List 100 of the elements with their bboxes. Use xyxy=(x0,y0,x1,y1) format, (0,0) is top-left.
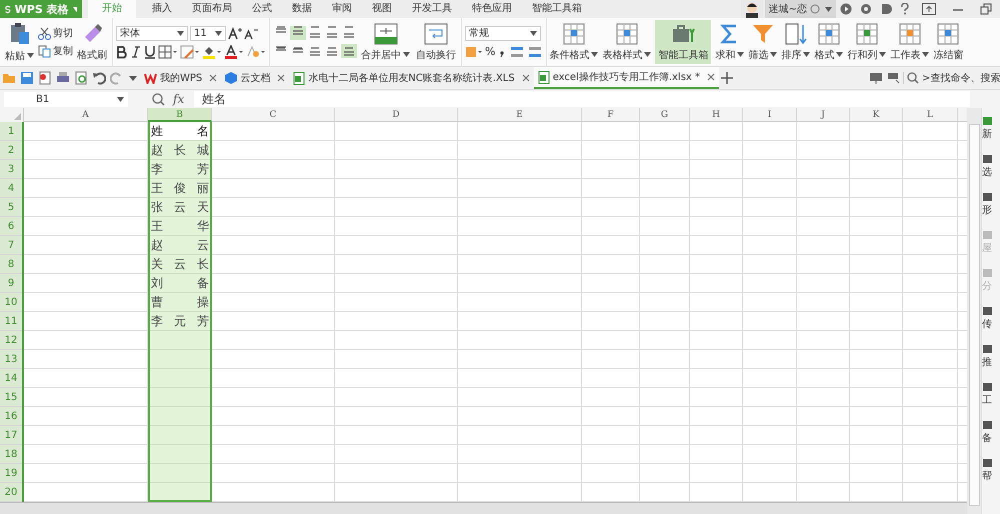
document-tab[interactable]: excel操作技巧专用工作簿.xlsx * xyxy=(534,67,720,89)
side-panel-item[interactable]: 形 xyxy=(982,192,1000,224)
caret-icon[interactable] xyxy=(836,52,844,57)
menu-tab[interactable]: 公式 xyxy=(242,0,282,18)
caret-icon[interactable] xyxy=(403,52,410,57)
align-middle-icon[interactable] xyxy=(290,26,306,40)
underline-icon[interactable] xyxy=(144,44,156,58)
format-painter-button[interactable]: 格式刷 xyxy=(75,22,109,62)
paste-button[interactable]: 粘贴 xyxy=(3,22,36,62)
print-preview-icon[interactable] xyxy=(74,71,88,85)
caret-icon[interactable] xyxy=(825,6,832,12)
settings-icon[interactable] xyxy=(860,3,872,15)
document-tab[interactable]: 水电十二局各单位用友NC账套名称统计表.XLS xyxy=(289,67,534,89)
menu-tab[interactable]: 开发工具 xyxy=(402,0,462,18)
caret-icon[interactable] xyxy=(27,53,34,58)
caret-icon[interactable] xyxy=(737,52,744,57)
caret-icon[interactable] xyxy=(177,30,184,36)
ribbon-button[interactable]: 工作表 xyxy=(888,18,932,66)
add-tab-icon[interactable] xyxy=(721,72,734,84)
caret-icon[interactable] xyxy=(922,52,930,57)
ribbon-button[interactable]: 行和列 xyxy=(845,18,888,66)
menu-tab[interactable]: 页面布局 xyxy=(182,0,242,18)
caret-icon[interactable] xyxy=(72,6,77,12)
caret-icon[interactable] xyxy=(530,30,537,36)
borders-icon[interactable] xyxy=(158,44,178,58)
menu-tab[interactable]: 智能工具箱 xyxy=(522,0,592,18)
ribbon-button[interactable]: 格式 xyxy=(812,18,846,66)
caret-icon[interactable] xyxy=(770,52,778,57)
copy-icon xyxy=(38,44,51,58)
ribbon-button[interactable]: 求和 xyxy=(713,18,746,66)
font-name-dropdown[interactable]: 宋体 xyxy=(116,26,188,40)
number-format-dropdown[interactable]: 常规 xyxy=(465,26,541,40)
menu-tab[interactable]: 数据 xyxy=(282,0,322,18)
side-panel-item[interactable]: 推 xyxy=(982,344,1000,376)
side-panel-item[interactable]: 帮 xyxy=(982,458,1000,490)
restore-ribbon-icon[interactable] xyxy=(922,3,936,15)
menu-tab[interactable]: 特色应用 xyxy=(462,0,522,18)
function-button[interactable]: fx xyxy=(173,92,184,106)
side-panel-item[interactable]: 工 xyxy=(982,382,1000,414)
ribbon-button[interactable]: 排序 xyxy=(779,18,812,66)
grow-font-icon[interactable] xyxy=(228,26,242,40)
zoom-icon[interactable] xyxy=(152,92,165,106)
save-icon[interactable] xyxy=(20,71,34,85)
caret-icon[interactable] xyxy=(644,52,652,57)
outdent-icon[interactable] xyxy=(324,26,340,40)
percent-button[interactable]: % xyxy=(485,45,496,58)
ribbon-button[interactable]: 表格样式 xyxy=(600,18,654,66)
copy-button[interactable]: 复制 xyxy=(38,44,73,58)
distribute-icon[interactable] xyxy=(341,44,357,58)
user-menu[interactable]: 迷城~恋 xyxy=(764,0,836,18)
side-panel-item[interactable]: 选 xyxy=(982,154,1000,186)
play-icon[interactable] xyxy=(840,3,852,15)
close-icon[interactable] xyxy=(209,74,218,82)
close-icon[interactable] xyxy=(522,74,530,82)
table-cell: 姓名 xyxy=(150,122,210,141)
document-tab[interactable]: 云文档 xyxy=(221,67,290,89)
spreadsheet-file-icon xyxy=(293,72,306,84)
name-box[interactable]: B1 xyxy=(4,92,128,106)
caret-icon[interactable] xyxy=(215,30,222,36)
bold-icon[interactable] xyxy=(116,44,128,58)
caret-icon[interactable] xyxy=(591,52,598,57)
ribbon-button[interactable]: 筛选 xyxy=(746,18,780,66)
monitor-icon[interactable] xyxy=(869,72,883,84)
undo-icon[interactable] xyxy=(92,71,106,85)
side-panel-item[interactable]: 传 xyxy=(982,306,1000,338)
fill-color-icon[interactable] xyxy=(202,44,222,58)
menu-tab[interactable]: 审阅 xyxy=(322,0,362,18)
formula-input[interactable]: 姓名 xyxy=(194,91,970,107)
wrap-text-button[interactable]: 自动换行 xyxy=(414,22,458,62)
caret-icon[interactable] xyxy=(879,52,886,57)
indent-icon[interactable] xyxy=(341,26,357,40)
restore-icon[interactable] xyxy=(980,3,992,15)
menu-tab[interactable]: 插入 xyxy=(142,0,182,18)
caret-icon[interactable] xyxy=(803,52,810,57)
font-color-icon[interactable] xyxy=(224,44,244,58)
table-style-icon xyxy=(614,22,639,44)
vertical-scrollbar[interactable] xyxy=(967,108,982,514)
decrease-decimal-icon[interactable] xyxy=(527,44,544,58)
side-panel-item[interactable]: 备 xyxy=(982,420,1000,452)
italic-icon[interactable] xyxy=(130,44,142,58)
caret-icon[interactable] xyxy=(117,96,124,102)
ribbon-button[interactable]: 智能工具箱 xyxy=(655,20,712,64)
search-icon xyxy=(907,72,919,84)
menu-tab[interactable]: 开始 xyxy=(88,0,136,18)
close-icon[interactable] xyxy=(277,74,286,82)
command-search-field[interactable]: >查找命令、搜索 xyxy=(903,72,1000,84)
menu-tab[interactable]: 视图 xyxy=(362,0,402,18)
caret-icon[interactable] xyxy=(128,73,138,83)
ribbon-button[interactable]: 条件格式 xyxy=(547,18,600,66)
font-size-dropdown[interactable]: 11 xyxy=(190,26,226,40)
cut-button[interactable]: 剪切 xyxy=(38,26,73,40)
print-icon[interactable] xyxy=(56,71,70,85)
table-cell: 赵云 xyxy=(150,236,210,255)
cell-style-icon[interactable] xyxy=(180,44,200,58)
align-bottom-icon[interactable] xyxy=(307,26,323,40)
merge-center-button[interactable]: 合并居中 xyxy=(359,22,412,62)
side-panel-item[interactable]: 新 xyxy=(982,116,1000,148)
ribbon-button[interactable]: 冻结窗 xyxy=(931,18,966,66)
document-tab[interactable]: 我的WPS xyxy=(140,67,222,89)
close-icon[interactable] xyxy=(707,73,716,81)
